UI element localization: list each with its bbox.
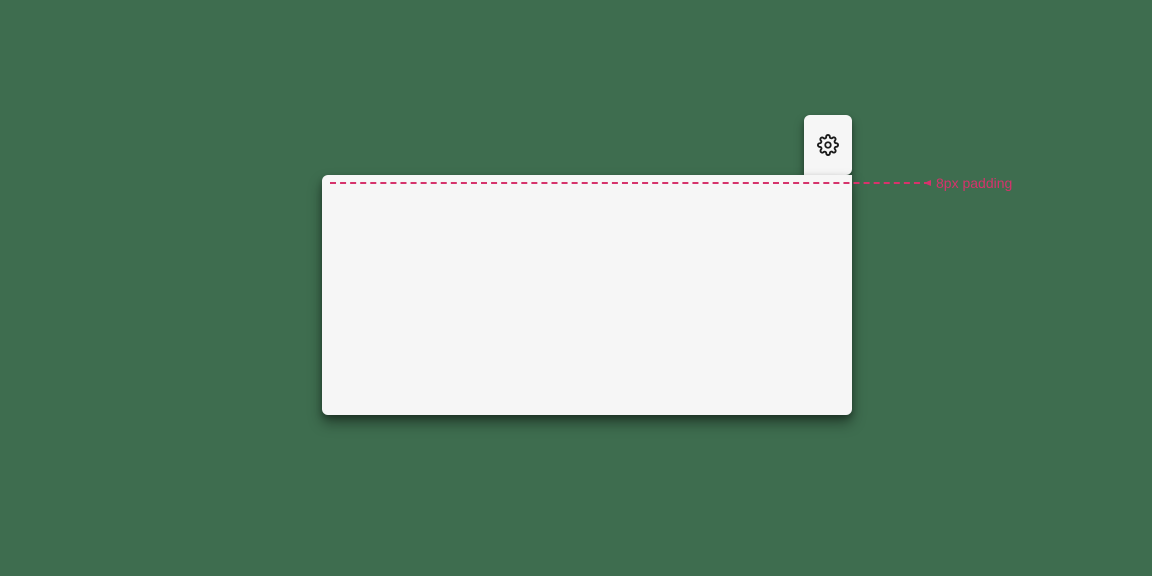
- padding-guide-line: [330, 182, 930, 184]
- main-panel: [322, 175, 852, 415]
- padding-annotation-label: 8px padding: [936, 175, 1012, 191]
- gear-icon: [817, 134, 839, 156]
- diagram-container: 8px padding: [322, 115, 852, 445]
- settings-button-box[interactable]: [804, 115, 852, 175]
- arrow-left-icon: [924, 180, 931, 186]
